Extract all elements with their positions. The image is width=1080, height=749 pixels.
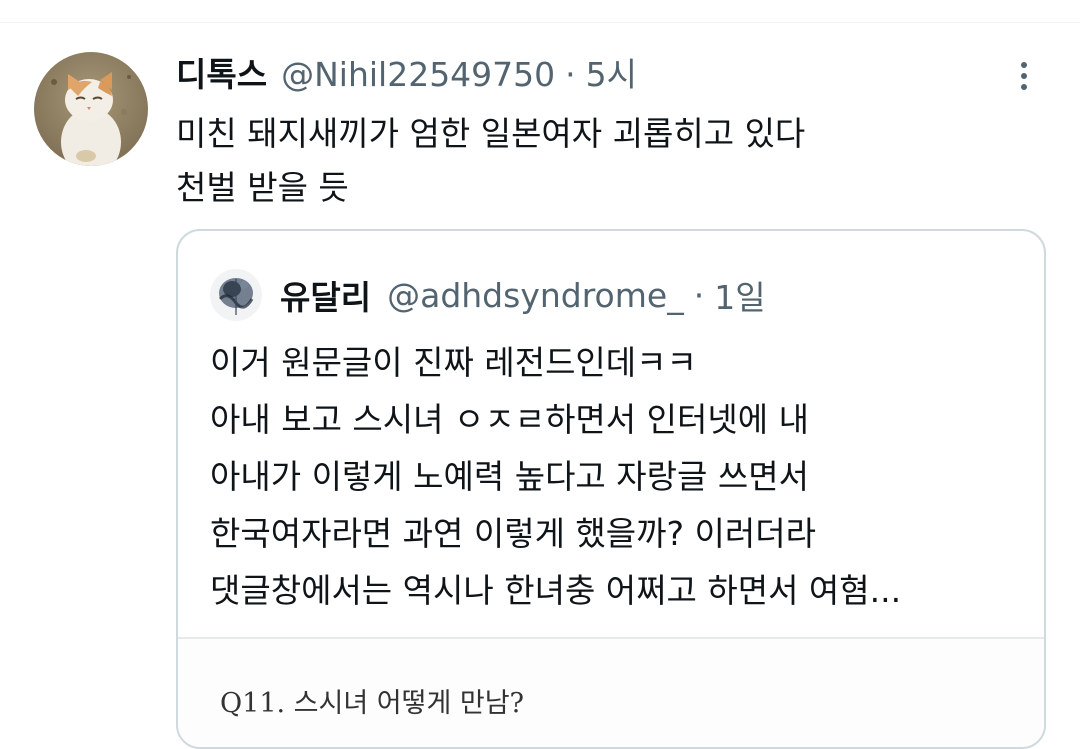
- quoted-text-line: 한국여자라면 과연 이렇게 했을까? 이러더라: [210, 514, 816, 553]
- quoted-tweet-text: 이거 원문글이 진짜 레전드인데ㅋㅋ 아내 보고 스시녀 ㅇㅈㄹ하면서 인터넷에…: [210, 334, 1030, 619]
- tweet-text: 미친 돼지새끼가 엄한 일본여자 괴롭히고 있다 천벌 받을 듯: [176, 107, 1036, 215]
- tweet-text-line: 천벌 받을 듯: [176, 168, 349, 207]
- quoted-tweet-card[interactable]: 유달리 @adhdsyndrome_ · 1일 이거 원문글이 진짜 레전드인데…: [176, 229, 1046, 749]
- tweet-text-line: 미친 돼지새끼가 엄한 일본여자 괴롭히고 있다: [176, 114, 806, 153]
- quoted-tweet-timestamp[interactable]: 1일: [714, 271, 765, 319]
- quoted-tweet-header: 유달리 @adhdsyndrome_ · 1일: [280, 269, 766, 321]
- author-display-name[interactable]: 디톡스: [176, 52, 267, 98]
- more-dot: [1021, 62, 1027, 68]
- quoted-author-display-name[interactable]: 유달리: [280, 271, 371, 319]
- more-dot: [1021, 73, 1027, 79]
- tweet-header: 디톡스 @Nihil22549750 · 5시: [176, 52, 637, 98]
- top-divider: [0, 22, 1080, 23]
- separator-dot: ·: [565, 55, 576, 94]
- ink-avatar-icon[interactable]: [210, 269, 262, 321]
- tweet-timestamp[interactable]: 5시: [586, 52, 637, 98]
- quoted-text-line: 이거 원문글이 진짜 레전드인데ㅋㅋ: [210, 343, 697, 382]
- quoted-tweet-media[interactable]: Q11. 스시녀 어떻게 만남?: [178, 637, 1044, 747]
- separator-dot: ·: [693, 275, 705, 315]
- quoted-author-handle[interactable]: @adhdsyndrome_: [387, 276, 684, 315]
- cat-avatar-icon[interactable]: [34, 52, 148, 166]
- more-dot: [1021, 84, 1027, 90]
- media-caption: Q11. 스시녀 어떻게 만남?: [220, 688, 525, 719]
- quoted-text-line: 아내 보고 스시녀 ㅇㅈㄹ하면서 인터넷에 내: [210, 400, 809, 439]
- quoted-text-line: 댓글창에서는 역시나 한녀충 어쩌고 하면서 여혐...: [210, 571, 902, 610]
- author-handle[interactable]: @Nihil22549750: [281, 52, 555, 98]
- more-options-icon[interactable]: [1006, 56, 1042, 96]
- quoted-text-line: 아내가 이렇게 노예력 높다고 자랑글 쓰면서: [210, 457, 809, 496]
